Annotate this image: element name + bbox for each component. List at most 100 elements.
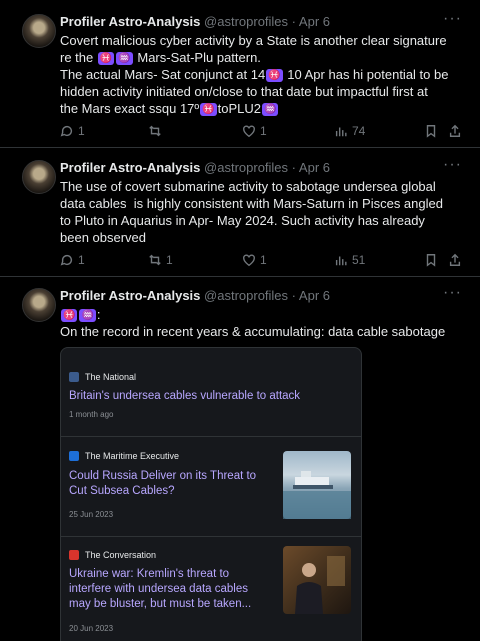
link-card-the-national[interactable]: The National Britain's undersea cables v… — [61, 348, 361, 437]
more-options-icon[interactable]: ··· — [443, 284, 462, 302]
tweet-text: ♓ ♒: On the record in recent years & accu… — [60, 306, 470, 340]
tweet-divider — [0, 147, 480, 148]
bookmark-icon — [426, 125, 436, 138]
tweet-line: to Pluto in Aquarius in Apr- May 2024. S… — [60, 213, 425, 228]
ship-at-sea-photo[interactable] — [283, 451, 351, 519]
source-name: The National — [85, 372, 137, 382]
link-cards-container: The National Britain's undersea cables v… — [60, 347, 362, 641]
like-button[interactable]: 1 — [242, 253, 267, 267]
tweet-text: Covert malicious cyber activity by a Sta… — [60, 32, 470, 117]
like-count: 1 — [260, 124, 267, 138]
like-count: 1 — [260, 253, 267, 267]
pisces-emoji-icon: ♓ — [200, 103, 217, 116]
avatar[interactable] — [22, 14, 56, 48]
bookmark-button[interactable] — [424, 253, 438, 267]
view-count: 74 — [352, 124, 366, 138]
bookmark-icon — [426, 254, 436, 267]
tweet-date[interactable]: Apr 6 — [299, 14, 330, 29]
views-chart-icon — [335, 127, 347, 137]
avatar[interactable] — [22, 160, 56, 194]
tweet-date[interactable]: Apr 6 — [299, 288, 330, 303]
card-date: 20 Jun 2023 — [69, 624, 114, 633]
views-chart-icon — [335, 256, 347, 266]
tweet-header: Profiler Astro-Analysis @astroprofiles ·… — [60, 14, 330, 29]
retweet-count: 1 — [166, 253, 173, 267]
retweet-button[interactable] — [148, 124, 166, 138]
card-source: The Conversation — [69, 550, 156, 560]
more-options-icon[interactable]: ··· — [443, 156, 462, 174]
view-count: 51 — [352, 253, 366, 267]
link-card-maritime-executive[interactable]: The Maritime Executive Could Russia Deli… — [61, 437, 361, 537]
man-in-office-photo[interactable] — [283, 546, 351, 614]
tweet-header: Profiler Astro-Analysis @astroprofiles ·… — [60, 288, 330, 303]
tweet-header: Profiler Astro-Analysis @astroprofiles ·… — [60, 160, 330, 175]
aquarius-emoji-icon: ♒ — [79, 309, 96, 322]
separator-dot: · — [291, 160, 297, 175]
pisces-emoji-icon: ♓ — [61, 309, 78, 322]
reply-icon — [60, 254, 73, 266]
author-name[interactable]: Profiler Astro-Analysis — [60, 14, 200, 29]
retweet-button[interactable]: 1 — [148, 253, 173, 267]
card-date: 1 month ago — [69, 410, 114, 419]
source-name: The Maritime Executive — [85, 451, 180, 461]
avatar[interactable] — [22, 288, 56, 322]
pisces-emoji-icon: ♓ — [97, 52, 115, 65]
the-conversation-logo-icon — [69, 550, 79, 560]
heart-icon — [243, 254, 255, 267]
text-span: 10 Apr has hi potential to be — [283, 67, 449, 82]
text-span: Mars-Sat-Plu pattern. — [133, 50, 261, 65]
link-card-the-conversation[interactable]: The Conversation Ukraine war: Kremlin's … — [61, 537, 361, 641]
retweet-icon — [149, 125, 161, 137]
tweet-line: The actual Mars- Sat conjunct at 14 ♓ 10 … — [60, 66, 470, 83]
pisces-emoji-icon: ♓ — [266, 69, 283, 82]
tweet-line: re the ♓ ♒ Mars-Sat-Plu pattern. — [60, 49, 470, 66]
reply-count: 1 — [78, 253, 85, 267]
tweet-line: hidden activity initiated on/close to th… — [60, 84, 428, 99]
author-handle[interactable]: @astroprofiles — [204, 14, 288, 29]
tweet-date[interactable]: Apr 6 — [299, 160, 330, 175]
card-headline[interactable]: Ukraine war: Kremlin's threat to interfe… — [69, 567, 251, 612]
text-span: the Mars exact ssqu 17º — [60, 101, 200, 116]
text-span: toPLU2 — [217, 101, 261, 116]
author-handle[interactable]: @astroprofiles — [204, 288, 288, 303]
author-name[interactable]: Profiler Astro-Analysis — [60, 288, 200, 303]
aquarius-emoji-icon: ♒ — [261, 103, 279, 116]
tweet-divider — [0, 276, 480, 277]
tweet-text: The use of covert submarine activity to … — [60, 178, 470, 246]
reply-icon — [60, 125, 73, 137]
tweet-line: been observed — [60, 230, 147, 245]
views-button[interactable]: 51 — [334, 253, 365, 267]
person-graphic — [295, 556, 345, 614]
tweet-line: the Mars exact ssqu 17º ♓ toPLU2 ♒ — [60, 100, 470, 117]
source-name: The Conversation — [85, 550, 157, 560]
card-headline[interactable]: Britain's undersea cables vulnerable to … — [69, 389, 300, 404]
tweet-line: On the record in recent years & accumula… — [60, 324, 446, 339]
tweet-line: Covert malicious cyber activity by a Sta… — [60, 33, 447, 48]
headline-line: interfere with undersea data cables — [69, 583, 248, 595]
bookmark-button[interactable] — [424, 124, 438, 138]
more-options-icon[interactable]: ··· — [443, 10, 462, 28]
share-button[interactable] — [448, 124, 462, 138]
tweet-line: ♓ ♒: — [60, 306, 470, 323]
share-icon — [449, 253, 461, 266]
like-button[interactable]: 1 — [242, 124, 267, 138]
tweet-line: The use of covert submarine activity to … — [60, 179, 436, 194]
card-source: The Maritime Executive — [69, 451, 179, 461]
reply-button[interactable]: 1 — [60, 124, 85, 138]
author-name[interactable]: Profiler Astro-Analysis — [60, 160, 200, 175]
tweet-line: data cables is highly consistent with Ma… — [60, 196, 443, 211]
reply-button[interactable]: 1 — [60, 253, 85, 267]
reply-count: 1 — [78, 124, 85, 138]
card-headline[interactable]: Could Russia Deliver on its Threat to Cu… — [69, 469, 256, 499]
headline-line: may be bluster, but must be taken... — [69, 598, 252, 610]
card-date: 25 Jun 2023 — [69, 510, 114, 519]
author-handle[interactable]: @astroprofiles — [204, 160, 288, 175]
tweet-actions: 1 1 74 — [60, 124, 470, 142]
headline-line: Ukraine war: Kremlin's threat to — [69, 568, 230, 580]
headline-line: Could Russia Deliver on its Threat to — [69, 470, 257, 482]
share-button[interactable] — [448, 253, 462, 267]
maritime-executive-logo-icon — [69, 451, 79, 461]
text-span: The actual Mars- Sat conjunct at 14 — [60, 67, 266, 82]
views-button[interactable]: 74 — [334, 124, 365, 138]
tweet-actions: 1 1 1 51 — [60, 253, 470, 271]
